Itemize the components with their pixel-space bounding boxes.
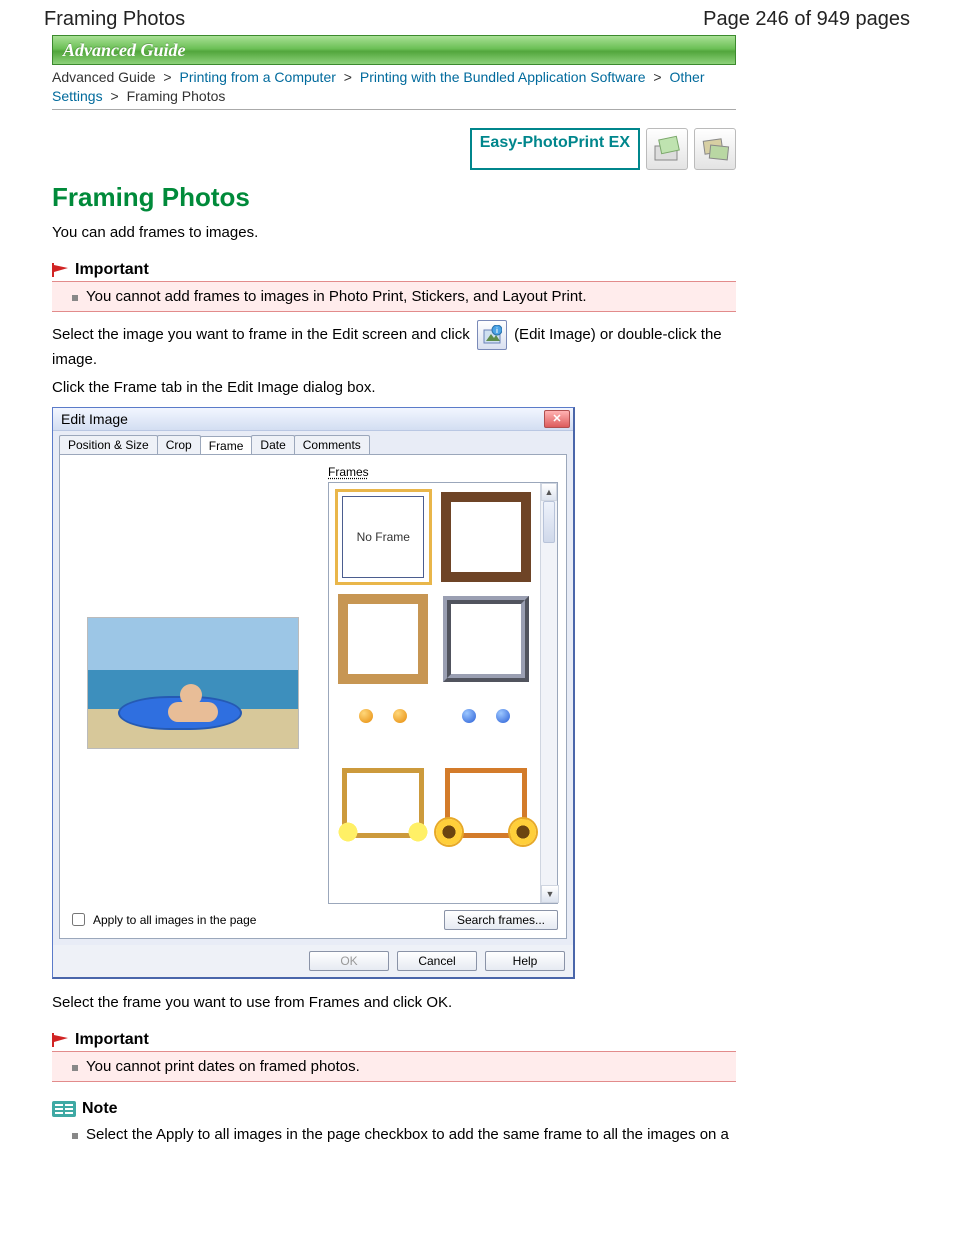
page-position: Page 246 of 949 pages bbox=[703, 8, 910, 31]
tab-date[interactable]: Date bbox=[251, 435, 294, 454]
app-photos-icon bbox=[694, 128, 736, 170]
image-preview bbox=[68, 463, 318, 904]
page-title: Framing Photos bbox=[44, 8, 185, 31]
select-image-text: Select the image you want to frame in th… bbox=[52, 320, 736, 370]
edit-image-icon: i bbox=[477, 320, 507, 350]
frames-scrollbar[interactable]: ▲ ▼ bbox=[540, 483, 557, 903]
frame-option-pins-orange[interactable] bbox=[335, 693, 432, 739]
frame-option-sunflowers[interactable] bbox=[438, 745, 535, 841]
scroll-down-icon[interactable]: ▼ bbox=[541, 885, 559, 903]
apply-all-checkbox-input[interactable] bbox=[72, 913, 85, 926]
select-frame-text: Select the frame you want to use from Fr… bbox=[52, 993, 736, 1013]
breadcrumb-current: Framing Photos bbox=[127, 88, 226, 104]
svg-text:i: i bbox=[496, 328, 498, 335]
close-icon: ✕ bbox=[552, 412, 561, 425]
dialog-title: Edit Image bbox=[61, 411, 128, 427]
note-heading: Note bbox=[52, 1100, 736, 1118]
frames-listbox: No Frame ▲ bbox=[328, 482, 558, 904]
guide-banner-text: Advanced Guide bbox=[63, 40, 185, 61]
heading-framing-photos: Framing Photos bbox=[52, 182, 736, 213]
important-heading: Important bbox=[52, 261, 736, 279]
preview-photo bbox=[87, 617, 299, 749]
breadcrumb-sep: > bbox=[340, 69, 356, 85]
tab-position-size[interactable]: Position & Size bbox=[59, 435, 158, 454]
search-frames-button[interactable]: Search frames... bbox=[444, 910, 558, 930]
edit-image-dialog: Edit Image ✕ Position & Size Crop Frame … bbox=[52, 407, 575, 979]
breadcrumb-printing-from-computer[interactable]: Printing from a Computer bbox=[180, 69, 336, 85]
important-box-2: You cannot print dates on framed photos. bbox=[52, 1051, 736, 1082]
note-box: Select the Apply to all images in the pa… bbox=[52, 1120, 736, 1149]
close-button[interactable]: ✕ bbox=[544, 410, 570, 428]
breadcrumb-advanced-guide[interactable]: Advanced Guide bbox=[52, 69, 156, 85]
intro-text: You can add frames to images. bbox=[52, 223, 736, 243]
frame-option-metal[interactable] bbox=[438, 591, 535, 687]
flag-icon bbox=[52, 1033, 72, 1047]
scroll-thumb[interactable] bbox=[543, 501, 555, 543]
important-box-1: You cannot add frames to images in Photo… bbox=[52, 281, 736, 312]
frame-option-none[interactable]: No Frame bbox=[335, 489, 432, 585]
breadcrumb-bundled-software[interactable]: Printing with the Bundled Application So… bbox=[360, 69, 646, 85]
important-heading-2: Important bbox=[52, 1031, 736, 1049]
tab-comments[interactable]: Comments bbox=[294, 435, 370, 454]
tab-crop[interactable]: Crop bbox=[157, 435, 201, 454]
ok-button[interactable]: OK bbox=[309, 951, 389, 971]
help-button[interactable]: Help bbox=[485, 951, 565, 971]
apply-all-label: Apply to all images in the page bbox=[93, 913, 256, 927]
apply-all-checkbox[interactable]: Apply to all images in the page bbox=[68, 910, 256, 929]
frame-option-pins-blue[interactable] bbox=[438, 693, 535, 739]
frame-option-wood-dark[interactable] bbox=[438, 489, 535, 585]
tab-frame[interactable]: Frame bbox=[200, 436, 253, 455]
dialog-tabs: Position & Size Crop Frame Date Comments bbox=[53, 431, 573, 454]
breadcrumb-sep: > bbox=[106, 88, 122, 104]
click-frame-tab-text: Click the Frame tab in the Edit Image di… bbox=[52, 378, 736, 398]
frame-option-wood-light[interactable] bbox=[335, 591, 432, 687]
flag-icon bbox=[52, 263, 72, 277]
breadcrumb-sep: > bbox=[649, 69, 665, 85]
guide-banner: Advanced Guide bbox=[52, 35, 736, 65]
scroll-up-icon[interactable]: ▲ bbox=[541, 483, 557, 501]
breadcrumb: Advanced Guide > Printing from a Compute… bbox=[52, 65, 736, 110]
important-item-1: You cannot add frames to images in Photo… bbox=[72, 288, 730, 305]
important-item-2: You cannot print dates on framed photos. bbox=[72, 1058, 730, 1075]
note-item-1: Select the Apply to all images in the pa… bbox=[72, 1126, 730, 1143]
app-thumbnail-icon bbox=[646, 128, 688, 170]
frames-label: Frames bbox=[328, 465, 369, 479]
breadcrumb-sep: > bbox=[159, 69, 175, 85]
app-name-badge: Easy-PhotoPrint EX bbox=[470, 128, 640, 170]
note-icon bbox=[52, 1101, 76, 1117]
cancel-button[interactable]: Cancel bbox=[397, 951, 477, 971]
frame-option-flowers-yellow[interactable] bbox=[335, 745, 432, 841]
